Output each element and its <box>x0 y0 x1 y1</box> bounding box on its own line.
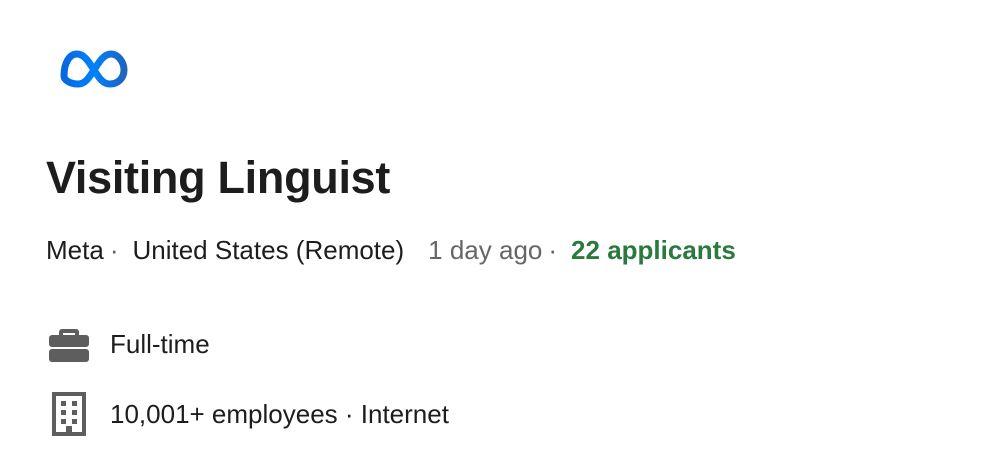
job-title: Visiting Linguist <box>46 152 391 203</box>
applicant-count: 22 applicants <box>571 235 736 265</box>
job-meta-row: Meta · United States (Remote) 1 day ago … <box>46 234 736 266</box>
company-size-row: 10,001+ employees · Internet <box>46 392 449 436</box>
building-icon <box>46 392 92 436</box>
posted-time: 1 day ago <box>428 235 543 265</box>
employment-type: Full-time <box>110 328 210 359</box>
meta-separator: · <box>548 235 558 265</box>
meta-separator: · <box>109 235 119 265</box>
company-name[interactable]: Meta <box>46 234 104 266</box>
company-size-industry: 10,001+ employees · Internet <box>110 398 449 429</box>
briefcase-icon <box>46 322 92 366</box>
employment-type-row: Full-time <box>46 322 210 366</box>
company-logo-icon[interactable] <box>58 40 130 96</box>
job-location: United States (Remote) <box>132 235 405 265</box>
